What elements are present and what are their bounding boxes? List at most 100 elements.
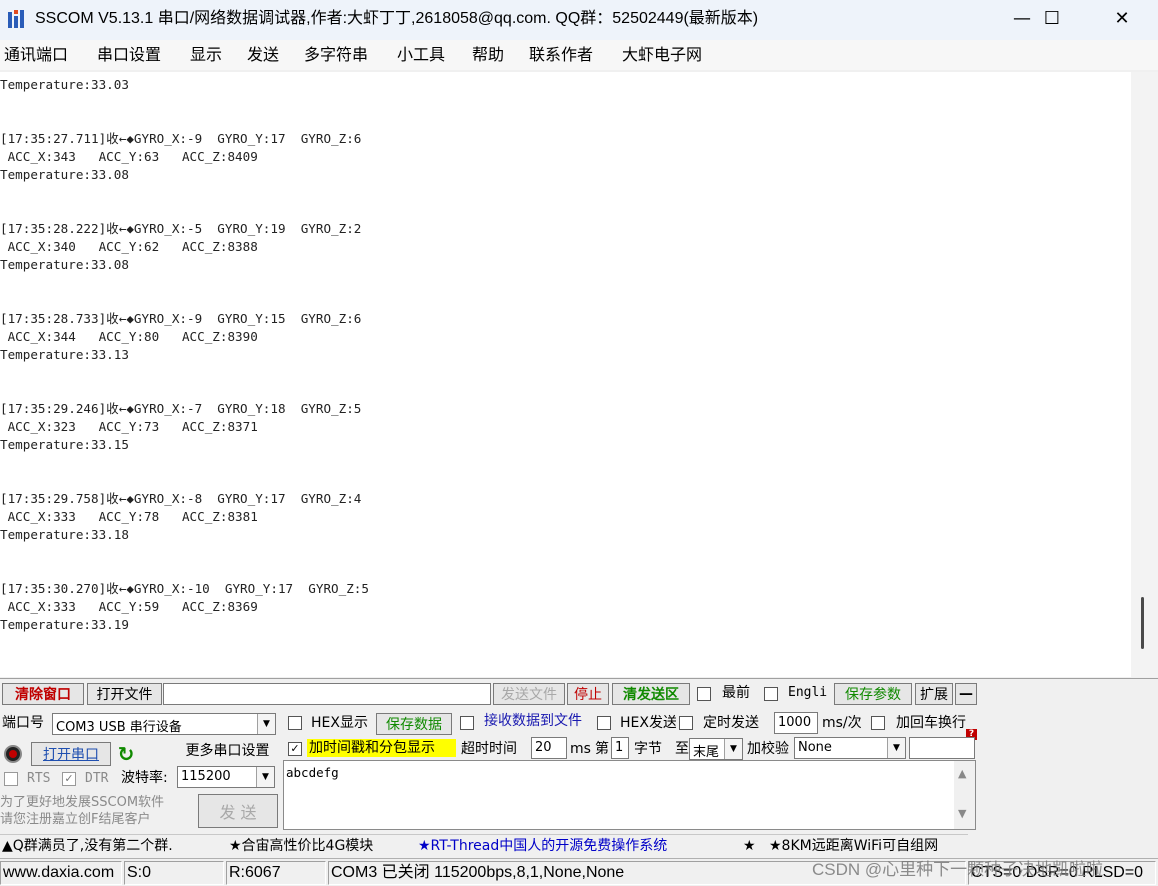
status-received-count: R:6067 <box>226 861 326 885</box>
english-label: Engli <box>788 685 828 700</box>
receive-line: Temperature:33.18 <box>0 527 129 542</box>
interval-input[interactable]: 1000 <box>774 712 818 734</box>
status-sent-count: S:0 <box>124 861 224 885</box>
topmost-label: 最前 <box>722 685 750 701</box>
close-button[interactable]: ✕ <box>1093 0 1151 36</box>
receive-line <box>0 112 369 130</box>
more-port-settings-button[interactable]: 更多串口设置 <box>178 739 277 761</box>
refresh-icon[interactable]: ↻ <box>115 743 137 765</box>
menu-contact-author[interactable]: 联系作者 <box>529 45 593 65</box>
receive-line <box>0 184 369 202</box>
receive-line <box>0 544 369 562</box>
timed-send-checkbox[interactable] <box>679 716 693 730</box>
clear-send-area-button[interactable]: 清发送区 <box>612 683 690 705</box>
scroll-down-icon[interactable]: ▼ <box>958 807 966 820</box>
stop-button[interactable]: 停止 <box>567 683 609 705</box>
menu-send[interactable]: 发送 <box>247 45 279 65</box>
topmost-checkbox[interactable] <box>697 687 711 701</box>
send-button[interactable]: 发 送 <box>198 794 278 828</box>
baud-rate-value: 115200 <box>181 769 231 784</box>
output-scrollbar[interactable] <box>1131 72 1158 677</box>
menu-serial-settings[interactable]: 串口设置 <box>97 45 161 65</box>
checksum-result-field[interactable] <box>909 737 975 759</box>
port-select[interactable]: COM3 USB 串行设备 ▼ <box>52 713 276 735</box>
byte-to-select[interactable]: 末尾 ▼ <box>689 738 743 760</box>
append-crlf-checkbox[interactable] <box>871 716 885 730</box>
timeout-unit-label: ms <box>570 741 591 757</box>
receive-line <box>0 472 369 490</box>
open-file-button[interactable]: 打开文件 <box>87 683 162 705</box>
receive-line: ACC_X:340 ACC_Y:62 ACC_Z:8388 <box>0 239 258 254</box>
ad-4g-module[interactable]: ★合宙高性价比4G模块 <box>229 837 373 855</box>
baud-rate-select[interactable]: 115200 ▼ <box>177 766 275 788</box>
append-crlf-label: 加回车换行 <box>896 715 966 731</box>
collapse-button[interactable]: — <box>955 683 977 705</box>
menu-display[interactable]: 显示 <box>190 45 222 65</box>
timeout-input[interactable]: 20 <box>531 737 567 759</box>
receive-line: ACC_X:343 ACC_Y:63 ACC_Z:8409 <box>0 149 258 164</box>
send-file-button[interactable]: 发送文件 <box>493 683 565 705</box>
receive-line: ACC_X:323 ACC_Y:73 ACC_Z:8371 <box>0 419 258 434</box>
ad-wifi[interactable]: ★8KM远距离WiFi可自组网 <box>769 837 938 855</box>
receive-line: [17:35:29.758]收←◆GYRO_X:-8 GYRO_Y:17 GYR… <box>0 491 362 506</box>
ad-qq-group[interactable]: ▲Q群满员了,没有第二个群. <box>2 837 173 855</box>
hex-display-checkbox[interactable] <box>288 716 302 730</box>
receive-line: Temperature:33.19 <box>0 617 129 632</box>
rts-checkbox[interactable] <box>4 772 18 786</box>
expand-button[interactable]: 扩展 <box>915 683 953 705</box>
english-checkbox[interactable] <box>764 687 778 701</box>
save-params-button[interactable]: 保存参数 <box>834 683 912 705</box>
port-number-label: 端口号 <box>2 715 44 731</box>
menu-multi-string[interactable]: 多字符串 <box>304 45 368 65</box>
menu-tools[interactable]: 小工具 <box>397 45 445 65</box>
csdn-watermark: CSDN @心里种下一颗种子决地凯啦啦 <box>812 860 1104 879</box>
byte-to-label: 至 <box>675 741 689 757</box>
send-text-area[interactable]: abcdefg <box>283 760 976 830</box>
scroll-up-icon[interactable]: ▲ <box>958 767 966 780</box>
port-status-icon <box>4 745 22 763</box>
receive-output-area[interactable]: Temperature:33.03 [17:35:27.711]收←◆GYRO_… <box>0 72 1131 677</box>
byte-from-input[interactable]: 1 <box>611 737 629 759</box>
window-title: SSCOM V5.13.1 串口/网络数据调试器,作者:大虾丁丁,2618058… <box>35 10 759 27</box>
baud-rate-label: 波特率: <box>121 770 168 786</box>
receive-line: [17:35:29.246]收←◆GYRO_X:-7 GYRO_Y:18 GYR… <box>0 401 362 416</box>
checksum-select[interactable]: None ▼ <box>794 737 906 759</box>
receive-line: [17:35:30.270]收←◆GYRO_X:-10 GYRO_Y:17 GY… <box>0 581 369 596</box>
receive-line <box>0 454 369 472</box>
recv-to-file-checkbox[interactable] <box>460 716 474 730</box>
hex-send-checkbox[interactable] <box>597 716 611 730</box>
checksum-value: None <box>798 740 832 755</box>
rts-label: RTS <box>27 771 51 786</box>
timestamp-checkbox[interactable]: ✓ <box>288 742 302 756</box>
dtr-checkbox[interactable]: ✓ <box>62 772 76 786</box>
receive-line: Temperature:33.15 <box>0 437 129 452</box>
receive-line: [17:35:27.711]收←◆GYRO_X:-9 GYRO_Y:17 GYR… <box>0 131 362 146</box>
maximize-button[interactable]: ☐ <box>1023 0 1081 36</box>
output-scrollbar-thumb[interactable] <box>1141 597 1144 649</box>
chevron-down-icon: ▼ <box>256 767 274 787</box>
chevron-down-icon: ▼ <box>257 714 275 734</box>
byte-from-label: 第 <box>595 741 609 757</box>
file-path-field[interactable] <box>163 683 491 705</box>
send-area-scrollbar[interactable]: ▲ ▼ <box>954 761 975 829</box>
clear-window-button[interactable]: 清除窗口 <box>2 683 84 705</box>
save-data-button[interactable]: 保存数据 <box>376 713 452 735</box>
byte-to-value: 末尾 <box>693 745 720 760</box>
receive-line <box>0 292 369 310</box>
menu-comm-port[interactable]: 通讯端口 <box>4 45 68 65</box>
menu-daxia-website[interactable]: 大虾电子网 <box>622 45 702 65</box>
ad-rt-thread[interactable]: ★RT-Thread中国人的开源免费操作系统 <box>418 837 667 855</box>
receive-line: Temperature:33.08 <box>0 167 129 182</box>
receive-line <box>0 274 369 292</box>
status-website[interactable]: www.daxia.com <box>0 861 122 885</box>
dtr-label: DTR <box>85 771 109 786</box>
hex-display-label: HEX显示 <box>311 715 368 731</box>
promo-line-2: 请您注册嘉立创F结尾客户 <box>0 812 151 827</box>
timestamp-label: 加时间戳和分包显示 <box>307 739 456 757</box>
receive-line: ACC_X:333 ACC_Y:78 ACC_Z:8381 <box>0 509 258 524</box>
menu-help[interactable]: 帮助 <box>472 45 504 65</box>
hex-send-label: HEX发送 <box>620 715 676 731</box>
title-bar: SSCOM V5.13.1 串口/网络数据调试器,作者:大虾丁丁,2618058… <box>0 0 1158 40</box>
receive-line <box>0 94 369 112</box>
open-port-button[interactable]: 打开串口 <box>31 742 111 766</box>
